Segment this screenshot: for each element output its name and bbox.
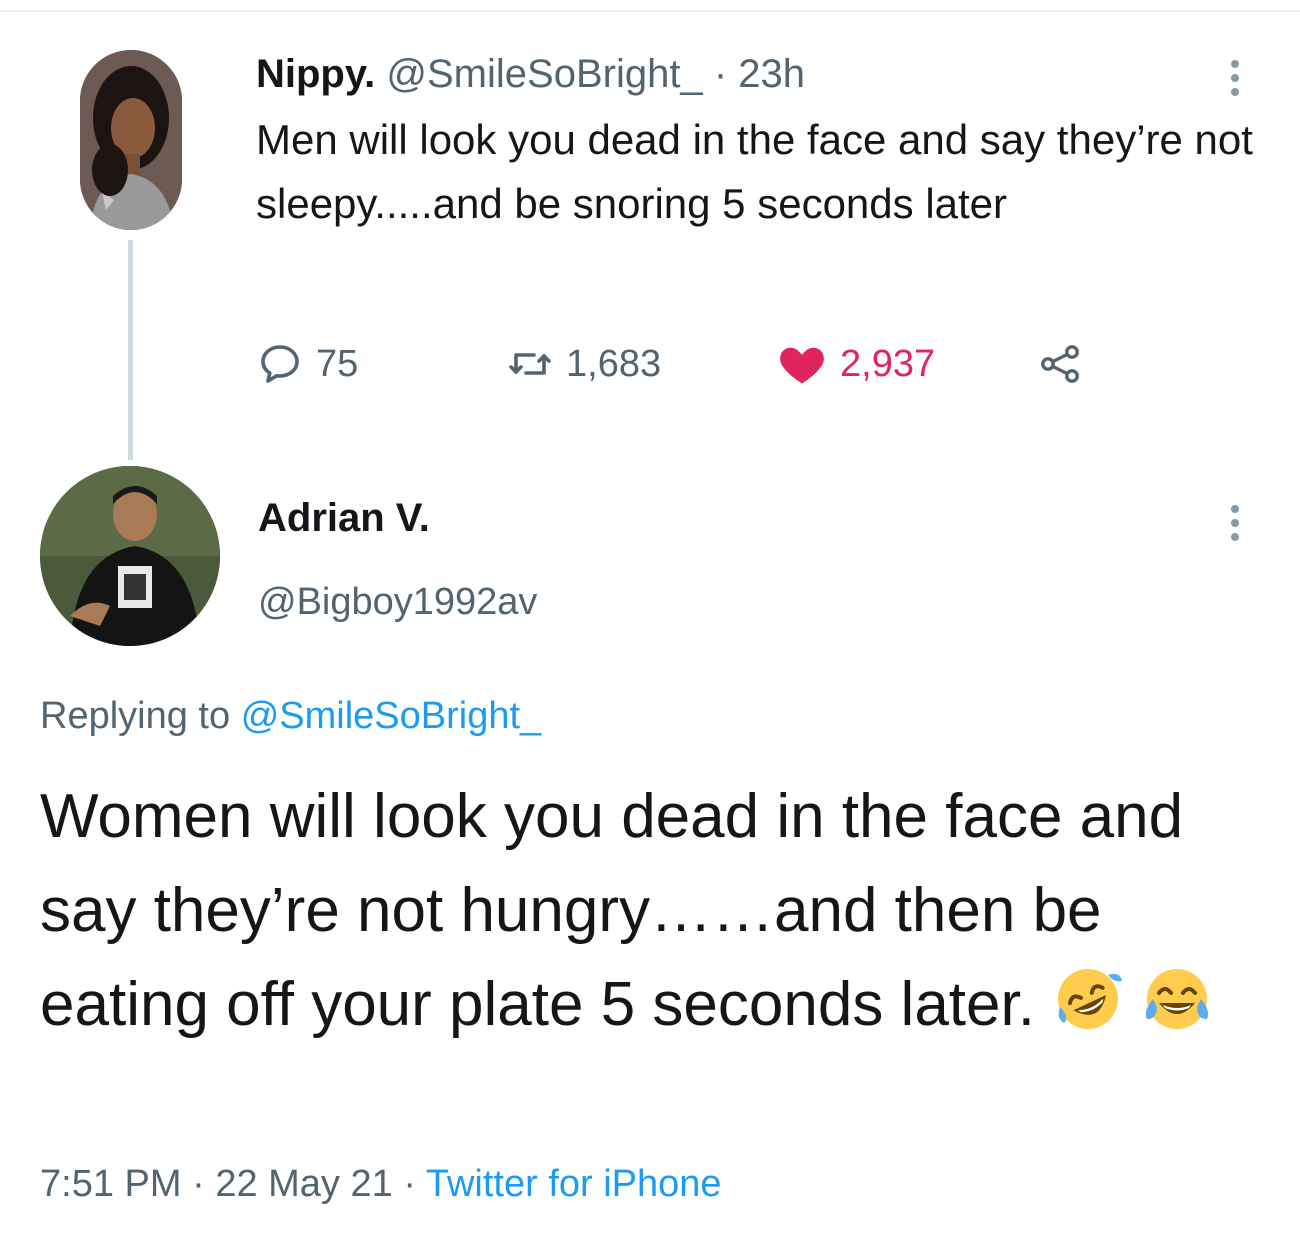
tweet-source-link[interactable]: Twitter for iPhone bbox=[426, 1163, 722, 1205]
replying-prefix: Replying to bbox=[40, 695, 231, 737]
tears-of-joy-emoji bbox=[1141, 963, 1213, 1062]
reply-tweet-body: Women will look you dead in the face and… bbox=[40, 770, 1280, 1062]
adrian-avatar[interactable] bbox=[40, 466, 220, 646]
parent-author-name[interactable]: Nippy. bbox=[256, 52, 375, 96]
retweet-count: 1,683 bbox=[566, 342, 662, 385]
reply-button[interactable]: 75 bbox=[256, 336, 358, 392]
reply-tweet-text: Women will look you dead in the face and… bbox=[40, 782, 1184, 1039]
rolling-on-floor-laughing-emoji bbox=[1052, 963, 1124, 1062]
parent-tweet-time[interactable]: 23h bbox=[738, 52, 805, 96]
parent-tweet-header: Nippy. @SmileSoBright_ · 23h bbox=[256, 50, 805, 98]
replying-to-handle-link[interactable]: @SmileSoBright_ bbox=[241, 695, 541, 737]
replying-to-line: Replying to @SmileSoBright_ bbox=[40, 692, 541, 740]
reply-author-name[interactable]: Adrian V. bbox=[258, 494, 430, 542]
meta-separator: · bbox=[403, 1163, 416, 1205]
thread-connector bbox=[128, 240, 133, 460]
nippy-avatar[interactable] bbox=[80, 50, 182, 230]
parent-tweet-text: Men will look you dead in the face and s… bbox=[256, 116, 1253, 227]
reply-icon bbox=[261, 345, 299, 383]
parent-author-handle[interactable]: @SmileSoBright_ bbox=[386, 52, 702, 96]
meta-separator: · bbox=[192, 1163, 205, 1205]
share-icon bbox=[1041, 345, 1079, 383]
reply-author-handle[interactable]: @Bigboy1992av bbox=[258, 578, 537, 626]
tweet-meta: 7:51 PM · 22 May 21 · Twitter for iPhone bbox=[40, 1160, 722, 1208]
tweet-date[interactable]: 22 May 21 bbox=[215, 1163, 392, 1205]
like-button[interactable]: 2,937 bbox=[776, 336, 935, 392]
more-icon[interactable] bbox=[1230, 60, 1240, 96]
top-divider bbox=[0, 10, 1300, 12]
more-icon[interactable] bbox=[1230, 505, 1240, 541]
retweet-button[interactable]: 1,683 bbox=[506, 336, 661, 392]
tweet-time[interactable]: 7:51 PM bbox=[40, 1163, 182, 1205]
reply-count: 75 bbox=[316, 342, 359, 385]
header-separator: · bbox=[713, 52, 728, 96]
share-button[interactable] bbox=[1036, 336, 1084, 392]
like-count: 2,937 bbox=[840, 342, 936, 385]
retweet-icon bbox=[509, 353, 551, 375]
heart-icon bbox=[780, 347, 824, 384]
parent-tweet-actions: 75 1,683 2,937 bbox=[256, 336, 1156, 392]
